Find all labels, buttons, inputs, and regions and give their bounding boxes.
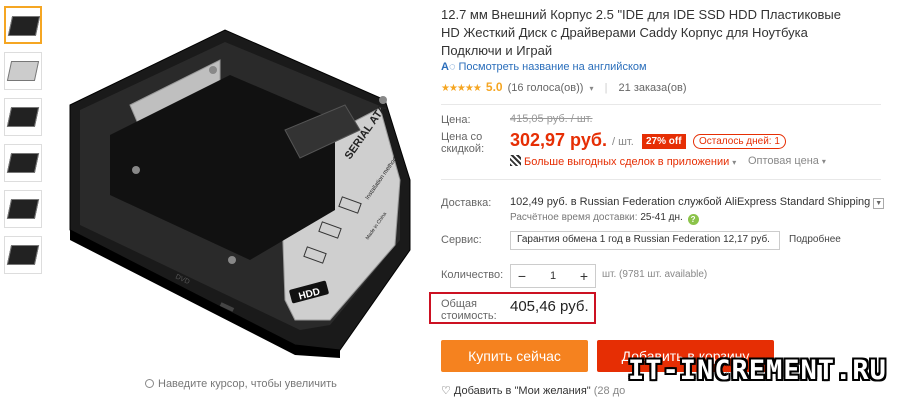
eta-value: 25-41 дн. — [640, 212, 683, 223]
product-title: 12.7 мм Внешний Корпус 2.5 "IDE для IDE … — [441, 7, 841, 58]
eta-label: Расчётное время доставки: — [510, 212, 638, 223]
thumbnail-image — [7, 16, 40, 36]
thumbnail-strip — [4, 6, 44, 282]
divider — [441, 179, 881, 180]
thumbnail-image — [6, 153, 40, 173]
heart-icon: ♡ — [441, 385, 451, 397]
chevron-down-icon: ▾ — [732, 158, 737, 167]
app-deals-text: Больше выгодных сделок в приложении — [524, 156, 730, 168]
quantity-label: Количество: — [441, 269, 504, 281]
magnifier-icon — [145, 379, 154, 388]
translate-icon: A◌ — [441, 61, 456, 73]
zoom-hint: Наведите курсор, чтобы увеличить — [145, 378, 337, 390]
zoom-hint-text: Наведите курсор, чтобы увеличить — [158, 378, 337, 390]
shipping-info[interactable]: 102,49 руб. в Russian Federation службой… — [510, 196, 885, 209]
thumbnail-4[interactable] — [4, 144, 42, 182]
service-option[interactable]: Гарантия обмена 1 год в Russian Federati… — [510, 231, 780, 250]
quantity-input[interactable]: 1 — [533, 265, 573, 287]
translate-link-text: Посмотреть название на английском — [458, 61, 647, 73]
thumbnail-3[interactable] — [4, 98, 42, 136]
delivery-label: Доставка: — [441, 197, 492, 209]
watermark: IT-INCREMENT.RU — [628, 355, 887, 386]
increase-button[interactable]: + — [573, 265, 595, 287]
wholesale-price-dropdown[interactable]: Оптовая цена ▾ — [748, 155, 826, 167]
thumbnail-image — [6, 61, 40, 81]
thumbnail-image — [6, 199, 40, 219]
wishlist-text: Добавить в "Мои желания" — [453, 385, 591, 397]
wishlist-count: (28 до — [593, 385, 626, 397]
shipping-text: 102,49 руб. в Russian Federation службой… — [510, 196, 871, 208]
wholesale-text: Оптовая цена — [748, 155, 819, 167]
wishlist-link[interactable]: ♡ Добавить в "Мои желания" (28 до — [441, 384, 625, 397]
thumbnail-2[interactable] — [4, 52, 42, 90]
days-left-badge: Осталось дней: 1 — [693, 134, 786, 149]
total-label-2: стоимость: — [441, 310, 497, 322]
divider — [441, 104, 881, 105]
total-price: 405,46 руб. — [510, 298, 589, 315]
thumbnail-1[interactable] — [4, 6, 42, 44]
separator: | — [604, 82, 608, 94]
rating-row: ★★★★★ 5.0 (16 голоса(ов)) ▾ | 21 заказа(… — [441, 80, 687, 94]
buy-now-button[interactable]: Купить сейчас — [441, 340, 588, 372]
translate-link[interactable]: A◌ Посмотреть название на английском — [441, 61, 647, 73]
orders-count: 21 заказа(ов) — [618, 82, 687, 94]
old-price: 415,05 руб. / шт. — [510, 113, 593, 125]
service-label: Сервис: — [441, 234, 482, 246]
thumbnail-6[interactable] — [4, 236, 42, 274]
available-stock: шт. (9781 шт. available) — [602, 269, 708, 280]
current-price: 302,97 руб. — [510, 130, 607, 150]
price-unit: / шт. — [612, 136, 634, 148]
product-image[interactable]: SERIAL ATA Installation method Made in C… — [50, 0, 430, 370]
qr-code-icon — [510, 155, 521, 166]
price-label: Цена: — [441, 114, 471, 126]
app-deals-link[interactable]: Больше выгодных сделок в приложении ▾ — [510, 155, 736, 168]
thumbnail-image — [6, 245, 40, 265]
quantity-stepper: − 1 + — [510, 264, 596, 288]
votes-link[interactable]: (16 голоса(ов)) — [508, 82, 584, 94]
service-more-link[interactable]: Подробнее — [789, 234, 841, 245]
discount-badge: 27% off — [642, 134, 686, 149]
help-icon[interactable]: ? — [687, 214, 699, 225]
star-rating-icon: ★★★★★ — [441, 83, 482, 94]
rating-score: 5.0 — [485, 80, 503, 94]
decrease-button[interactable]: − — [511, 265, 533, 287]
chevron-down-icon[interactable]: ▼ — [873, 198, 885, 209]
thumbnail-5[interactable] — [4, 190, 42, 228]
discount-price-label-2: скидкой: — [441, 143, 485, 155]
delivery-eta: Расчётное время доставки: 25-41 дн. ? — [510, 212, 699, 225]
chevron-down-icon[interactable]: ▾ — [590, 84, 594, 93]
thumbnail-image — [6, 107, 40, 127]
chevron-down-icon: ▾ — [821, 157, 826, 166]
